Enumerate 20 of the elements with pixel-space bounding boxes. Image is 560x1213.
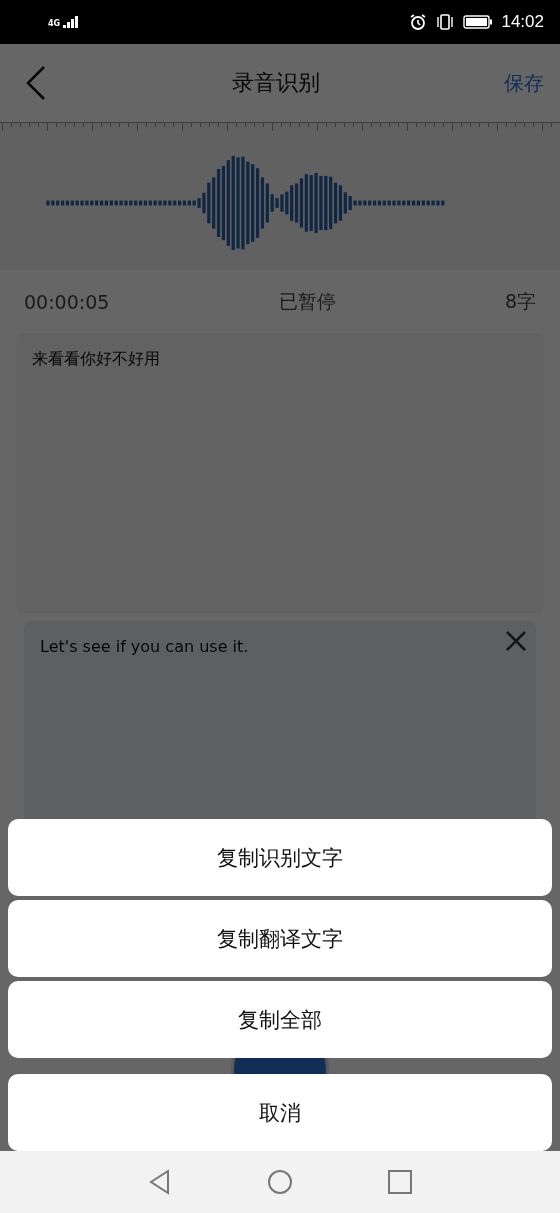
transcript-text: 来看看你好不好用 bbox=[32, 349, 161, 370]
network-label: 4G bbox=[48, 19, 61, 28]
back-icon[interactable] bbox=[24, 65, 48, 101]
copy-option-button[interactable]: 复制识别文字 bbox=[8, 819, 552, 896]
copy-option-button[interactable]: 复制翻译文字 bbox=[8, 900, 552, 977]
cancel-button[interactable]: 取消 bbox=[8, 1074, 552, 1151]
recording-status: 已暂停 bbox=[278, 288, 336, 314]
character-count: 8字 bbox=[504, 288, 536, 314]
vibrate-icon bbox=[435, 13, 456, 31]
signal-icon bbox=[63, 16, 80, 28]
copy-option-button[interactable]: 复制全部 bbox=[8, 981, 552, 1058]
alarm-icon bbox=[409, 13, 428, 31]
close-icon[interactable] bbox=[504, 629, 528, 653]
clock-time: 14:02 bbox=[501, 12, 544, 32]
translation-text: Let's see if you can use it. bbox=[40, 637, 250, 656]
home-nav-icon[interactable] bbox=[266, 1168, 294, 1196]
recents-nav-icon[interactable] bbox=[386, 1168, 414, 1196]
battery-icon bbox=[463, 15, 494, 29]
elapsed-time: 00:00:05 bbox=[24, 290, 110, 313]
page-title: 录音识别 bbox=[232, 69, 320, 97]
